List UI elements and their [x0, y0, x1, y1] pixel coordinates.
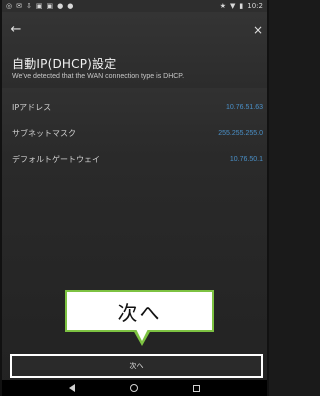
battery-icon: ▮: [239, 1, 244, 10]
nav-home-icon[interactable]: [129, 384, 138, 392]
next-button-label: 次へ: [129, 362, 144, 370]
status-bar-left: ◎ ✉ ⇩ ▣ ▣ ● ●: [6, 1, 74, 10]
next-button[interactable]: 次へ: [10, 354, 263, 378]
row-label: IPアドレス: [12, 102, 52, 112]
page-subtitle: We've detected that the WAN connection t…: [12, 73, 185, 80]
nav-recents-icon[interactable]: [192, 384, 200, 392]
image-icon: ▣: [46, 1, 54, 10]
download-icon: ⇩: [25, 1, 32, 10]
info-list: IPアドレス 10.76.51.63 サブネットマスク 255.255.255.…: [2, 94, 267, 172]
device-frame: ◎ ✉ ⇩ ▣ ▣ ● ● ★ ▼ ▮ 10:2 ← × 自動IP(DHCP)設…: [0, 0, 269, 396]
row-value: 10.76.50.1: [229, 155, 263, 163]
callout-text: 次へ: [117, 300, 162, 325]
row-label: サブネットマスク: [12, 128, 76, 138]
star-icon: ★: [219, 1, 227, 10]
info-row-default-gateway: デフォルトゲートウェイ 10.76.50.1: [2, 146, 267, 172]
status-bar-right: ★ ▼ ▮ 10:2: [220, 2, 263, 10]
info-row-ip-address: IPアドレス 10.76.51.63: [2, 94, 267, 120]
image-icon: ▣: [35, 1, 43, 10]
page-title: 自動IP(DHCP)設定: [12, 57, 117, 71]
wifi-icon: ▼: [230, 1, 236, 10]
info-row-subnet-mask: サブネットマスク 255.255.255.0: [2, 120, 267, 146]
app-icon: ●: [67, 1, 74, 10]
system-nav-bar: [2, 380, 267, 396]
callout-arrow-inner: [136, 329, 148, 341]
row-value: 255.255.255.0: [218, 129, 263, 137]
mail-icon: ✉: [16, 1, 22, 10]
status-bar: ◎ ✉ ⇩ ▣ ▣ ● ● ★ ▼ ▮ 10:2: [2, 0, 267, 12]
header: ← × 自動IP(DHCP)設定 We've detected that the…: [2, 12, 267, 88]
back-button[interactable]: ←: [8, 22, 24, 38]
close-button[interactable]: ×: [251, 22, 265, 38]
row-value: 10.76.51.63: [226, 103, 263, 111]
app-screen: ◎ ✉ ⇩ ▣ ▣ ● ● ★ ▼ ▮ 10:2 ← × 自動IP(DHCP)設…: [2, 0, 267, 396]
row-label: デフォルトゲートウェイ: [12, 154, 100, 164]
nav-back-icon[interactable]: [69, 384, 76, 392]
notification-icon: ◎: [6, 1, 13, 10]
status-time: 10:2: [247, 2, 263, 10]
callout-annotation: 次へ: [65, 290, 214, 332]
app-icon: ●: [57, 1, 64, 10]
